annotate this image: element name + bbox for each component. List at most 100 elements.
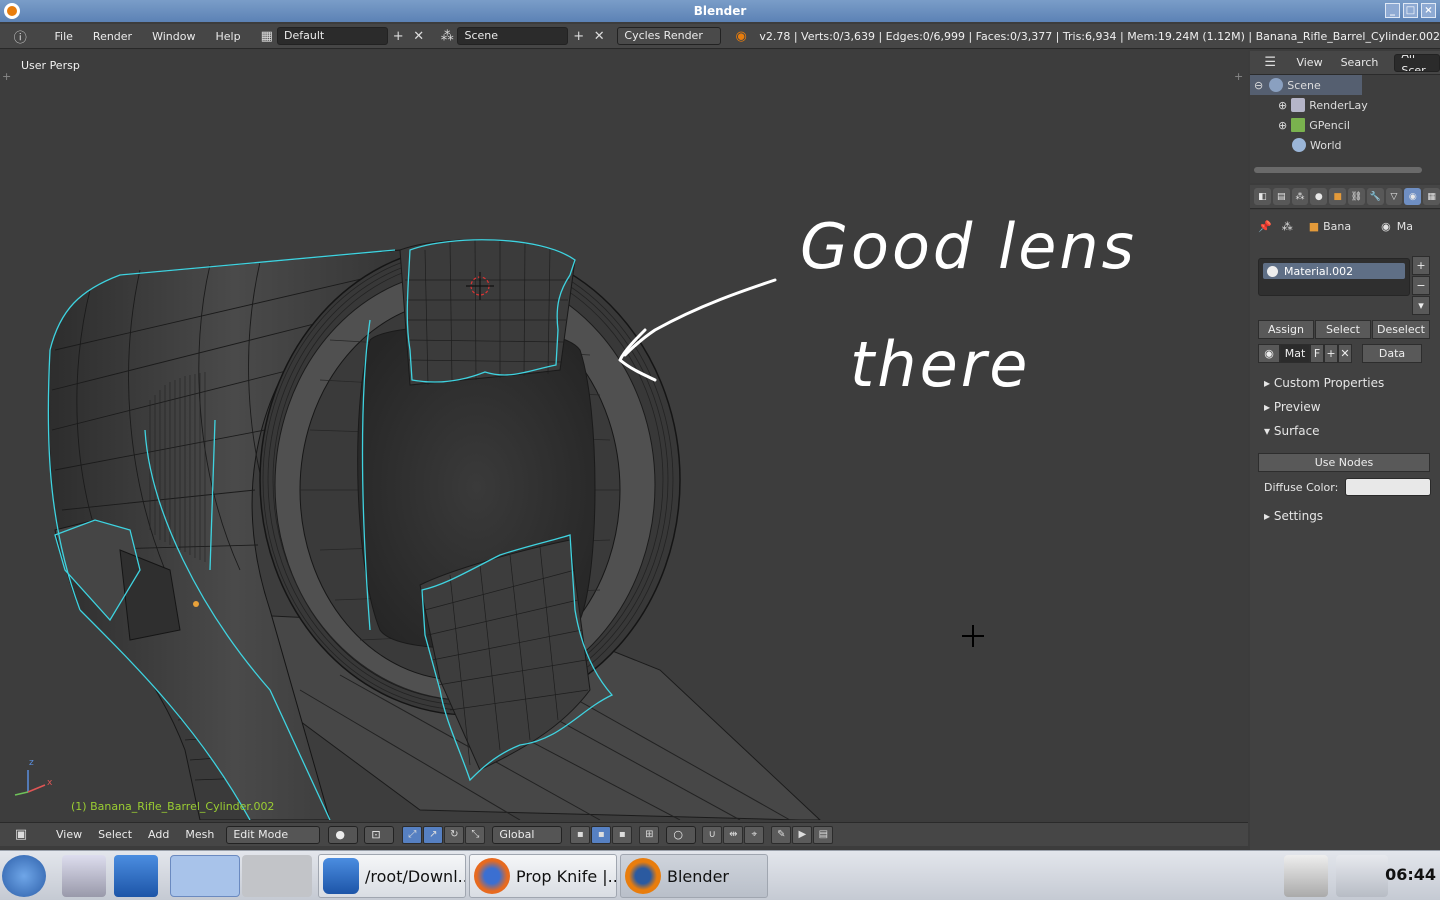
viewport-add-region-right-icon[interactable]: +	[1234, 70, 1243, 83]
remove-scene-icon[interactable]: ✕	[589, 27, 610, 45]
outliner-item-world[interactable]: World	[1250, 135, 1440, 155]
menu-view[interactable]: View	[48, 828, 90, 841]
rotate-manipulator-icon[interactable]: ↻	[444, 825, 465, 844]
screen-layout-field[interactable]: Default	[277, 27, 388, 45]
fake-user-button[interactable]: F	[1310, 344, 1324, 363]
render-layers-tab-icon[interactable]: ▤	[1272, 188, 1290, 205]
occlude-geometry-icon[interactable]: ⊞	[639, 825, 660, 844]
scene-selector-icon[interactable]: ⁂	[437, 27, 458, 45]
select-button[interactable]: Select	[1315, 320, 1371, 339]
outliner-item-renderlayers[interactable]: ⊕ RenderLay	[1250, 95, 1440, 115]
transform-orientation-select[interactable]: Global	[492, 825, 563, 844]
proportional-edit-select[interactable]: ○	[666, 825, 697, 844]
taskbar-task-blender[interactable]: Blender	[620, 854, 768, 898]
viewport-shading-select[interactable]: ●	[328, 825, 359, 844]
section-surface[interactable]: ▾ Surface	[1264, 424, 1320, 438]
material-name-field[interactable]: Mat	[1280, 344, 1310, 363]
add-layout-icon[interactable]: +	[388, 27, 409, 45]
menu-mesh[interactable]: Mesh	[177, 828, 222, 841]
viewport-add-region-icon[interactable]: +	[2, 70, 11, 83]
vertex-select-icon[interactable]: ▪	[591, 825, 612, 844]
add-scene-icon[interactable]: +	[568, 27, 589, 45]
taskbar-task-firefox[interactable]: Prop Knife |...	[469, 854, 617, 898]
section-preview[interactable]: ▸ Preview	[1264, 400, 1321, 414]
mode-select[interactable]: Edit Mode	[226, 825, 321, 844]
3d-viewport[interactable]: User Persp Good lens there z x (1) Banan…	[0, 50, 1248, 820]
drive-icon[interactable]	[62, 855, 106, 897]
outliner-menu-search[interactable]: Search	[1341, 56, 1379, 69]
material-slot[interactable]: Material.002	[1263, 263, 1405, 279]
scene-tab-icon[interactable]: ⁂	[1291, 188, 1309, 205]
add-slot-button[interactable]: +	[1412, 256, 1430, 275]
menu-file[interactable]: File	[45, 30, 83, 43]
texture-tab-icon[interactable]: ▦	[1423, 188, 1440, 205]
render-still-icon[interactable]: ✎	[771, 825, 792, 844]
editor-type-icon[interactable]: ▣	[10, 826, 32, 844]
material-browse-icon[interactable]: ◉	[1258, 344, 1280, 363]
home-folder-icon[interactable]	[114, 855, 158, 897]
constraints-tab-icon[interactable]: ⛓	[1347, 188, 1365, 205]
remove-slot-button[interactable]: −	[1412, 276, 1430, 295]
pin-icon[interactable]: 📌	[1258, 220, 1272, 233]
close-button[interactable]: ×	[1421, 3, 1436, 18]
snap-target-icon[interactable]: ⌖	[744, 825, 765, 844]
menu-help[interactable]: Help	[205, 30, 250, 43]
scale-manipulator-icon[interactable]: ⤡	[465, 825, 486, 844]
material-tab-icon[interactable]: ◉	[1404, 188, 1422, 205]
snap-toggle-icon[interactable]: ∪	[702, 825, 723, 844]
render-camera-icon[interactable]: ▶	[792, 825, 813, 844]
volume-icon[interactable]	[1336, 855, 1388, 897]
menu-window[interactable]: Window	[142, 30, 205, 43]
screen-layout-icon[interactable]: ▦	[257, 27, 278, 45]
menu-add[interactable]: Add	[140, 828, 177, 841]
render-engine-select[interactable]: Cycles Render	[617, 27, 721, 45]
scene-field[interactable]: Scene	[457, 27, 569, 45]
minimize-button[interactable]: _	[1385, 3, 1400, 18]
start-menu-icon[interactable]	[2, 855, 46, 897]
translate-manipulator-icon[interactable]: ↗	[423, 825, 444, 844]
outliner-display-select[interactable]: All Scer	[1394, 53, 1440, 72]
outliner-panel[interactable]: ⊖ Scene ⊕ RenderLay ⊕ GPencil World	[1250, 75, 1440, 183]
context-object-name[interactable]: Bana	[1323, 220, 1351, 233]
pivot-point-select[interactable]: ⊡	[364, 825, 395, 844]
edge-select-icon[interactable]: ▪	[612, 825, 633, 844]
manipulator-toggle-icon[interactable]: ⤢	[402, 825, 423, 844]
render-tab-icon[interactable]: ◧	[1254, 188, 1271, 205]
expand-icon[interactable]: ⊕	[1278, 99, 1287, 112]
assign-button[interactable]: Assign	[1258, 320, 1314, 339]
deselect-button[interactable]: Deselect	[1372, 320, 1430, 339]
collapse-icon[interactable]: ⊖	[1254, 79, 1263, 92]
object-tab-icon[interactable]: ■	[1329, 188, 1346, 205]
diffuse-color-swatch[interactable]	[1345, 478, 1431, 496]
data-tab-icon[interactable]: ▽	[1385, 188, 1403, 205]
new-material-button[interactable]: +	[1324, 344, 1338, 363]
slot-specials-button[interactable]: ▾	[1412, 296, 1430, 315]
context-material-name[interactable]: Ma	[1397, 220, 1413, 233]
material-slot-list[interactable]: Material.002	[1258, 258, 1410, 296]
world-tab-icon[interactable]: ●	[1310, 188, 1328, 205]
layers-icon[interactable]: ▪	[570, 825, 591, 844]
outliner-editor-type-icon[interactable]: ☰	[1260, 54, 1280, 72]
outliner-item-scene[interactable]: ⊖ Scene	[1250, 75, 1362, 95]
maximize-button[interactable]: □	[1403, 3, 1418, 18]
outliner-menu-view[interactable]: View	[1296, 56, 1322, 69]
desktop-1-icon[interactable]	[170, 855, 240, 897]
outliner-item-gpencil[interactable]: ⊕ GPencil	[1250, 115, 1440, 135]
section-custom-properties[interactable]: ▸ Custom Properties	[1264, 376, 1384, 390]
modifiers-tab-icon[interactable]: 🔧	[1366, 188, 1384, 205]
render-animation-icon[interactable]: ▤	[813, 825, 834, 844]
info-editor-type-icon[interactable]: ⓘ	[10, 27, 31, 46]
snap-element-icon[interactable]: ⇹	[723, 825, 744, 844]
network-icon[interactable]	[1284, 855, 1328, 897]
link-select[interactable]: Data	[1362, 344, 1422, 363]
taskbar-task-file-manager[interactable]: /root/Downl...	[318, 854, 466, 898]
remove-layout-icon[interactable]: ✕	[408, 27, 429, 45]
menu-render[interactable]: Render	[83, 30, 142, 43]
use-nodes-button[interactable]: Use Nodes	[1258, 453, 1430, 472]
desktop-2-icon[interactable]	[242, 855, 312, 897]
menu-select[interactable]: Select	[90, 828, 140, 841]
section-settings[interactable]: ▸ Settings	[1264, 509, 1323, 523]
expand-icon[interactable]: ⊕	[1278, 119, 1287, 132]
unlink-material-button[interactable]: ✕	[1338, 344, 1352, 363]
outliner-scrollbar[interactable]	[1254, 167, 1422, 173]
